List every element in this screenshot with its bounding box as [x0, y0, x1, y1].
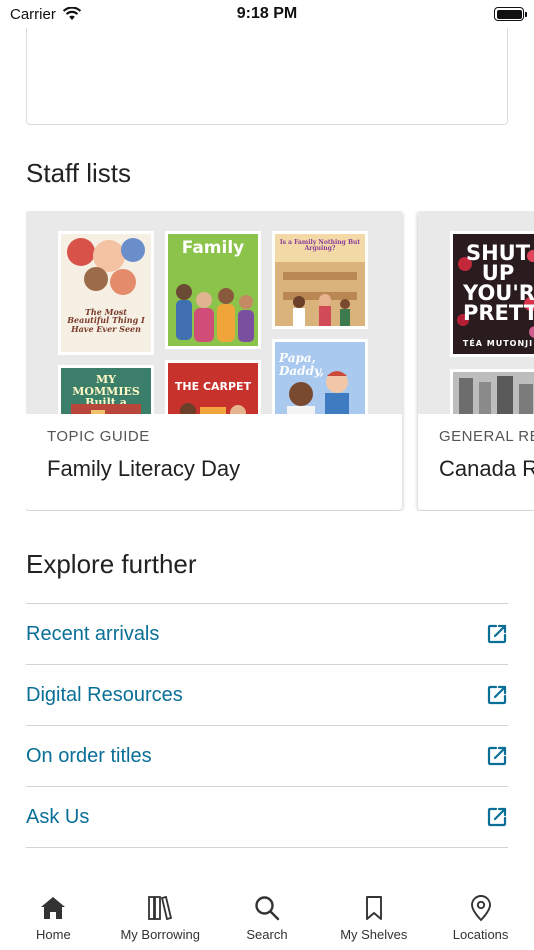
book-cover: Family — [165, 231, 261, 349]
tab-home[interactable]: Home — [0, 885, 107, 950]
card-cover-collage: The Most Beautiful Thing I Have Ever See… — [26, 211, 402, 414]
book-cover: SHUT UP YOU'RE PRETTY TÉA MUTONJI — [450, 231, 534, 357]
book-title: Is a Family Nothing But Arguing? — [279, 239, 361, 253]
carrier-label: Carrier — [10, 5, 56, 23]
card-category: GENERAL REC — [439, 428, 534, 445]
external-link-icon — [487, 807, 507, 827]
book-title: Family — [181, 238, 245, 258]
battery-icon — [494, 7, 527, 21]
link-digital-resources[interactable]: Digital Resources — [26, 665, 508, 726]
explore-further-heading: Explore further — [26, 549, 197, 579]
external-link-icon — [487, 685, 507, 705]
tab-label: My Borrowing — [120, 927, 200, 942]
search-icon — [255, 896, 280, 921]
tab-locations[interactable]: Locations — [427, 885, 534, 950]
link-ask-us[interactable]: Ask Us — [26, 787, 508, 848]
card-category: TOPIC GUIDE — [47, 428, 150, 445]
book-cover: MY MOMMIES Built a Treehouse — [58, 365, 154, 414]
book-author: TÉA MUTONJI — [462, 339, 534, 348]
staff-list-card-family-literacy[interactable]: The Most Beautiful Thing I Have Ever See… — [26, 211, 402, 510]
link-label: Recent arrivals — [26, 622, 160, 645]
link-on-order-titles[interactable]: On order titles — [26, 726, 508, 787]
featured-card[interactable] — [26, 14, 508, 125]
tab-label: My Shelves — [340, 927, 408, 942]
staff-list-card-canada[interactable]: SHUT UP YOU'RE PRETTY TÉA MUTONJI G — [418, 211, 534, 510]
staff-lists-carousel[interactable]: The Most Beautiful Thing I Have Ever See… — [26, 211, 534, 511]
tab-my-borrowing[interactable]: My Borrowing — [107, 885, 214, 950]
tab-label: Search — [246, 927, 288, 942]
bottom-tab-bar: Home My Borrowing Search My Shelves Loca… — [0, 885, 534, 950]
bookmark-icon — [365, 896, 382, 920]
book-cover: Is a Family Nothing But Arguing? — [272, 231, 368, 329]
external-link-icon — [487, 746, 507, 766]
link-label: Digital Resources — [26, 683, 183, 706]
link-label: Ask Us — [26, 805, 90, 828]
book-cover — [450, 369, 534, 414]
book-title: The Most Beautiful Thing I Have Ever See… — [67, 307, 145, 334]
books-icon — [148, 895, 173, 921]
book-title: SHUT UP YOU'RE PRETTY — [463, 241, 534, 325]
external-link-icon — [487, 624, 507, 644]
card-title[interactable]: Canada R — [439, 456, 534, 482]
card-cover-collage: SHUT UP YOU'RE PRETTY TÉA MUTONJI — [418, 211, 534, 414]
link-recent-arrivals[interactable]: Recent arrivals — [26, 604, 508, 665]
staff-lists-heading: Staff lists — [26, 158, 132, 188]
home-icon — [41, 897, 66, 919]
link-label: On order titles — [26, 744, 152, 767]
status-time: 9:18 PM — [236, 5, 298, 22]
book-title: THE CARPET — [174, 380, 252, 393]
wifi-icon — [62, 7, 82, 20]
location-pin-icon — [470, 895, 491, 922]
explore-links-list: Recent arrivals Digital Resources On ord… — [26, 603, 508, 848]
tab-label: Locations — [452, 927, 509, 942]
card-title[interactable]: Family Literacy Day — [47, 456, 240, 482]
book-cover: Papa, Daddy, — [272, 339, 368, 414]
tab-search[interactable]: Search — [214, 885, 321, 950]
book-cover: THE CARPET — [165, 360, 261, 414]
tab-label: Home — [36, 927, 71, 942]
book-cover: The Most Beautiful Thing I Have Ever See… — [58, 231, 154, 355]
tab-my-shelves[interactable]: My Shelves — [320, 885, 427, 950]
status-bar: Carrier 9:18 PM — [0, 0, 534, 28]
